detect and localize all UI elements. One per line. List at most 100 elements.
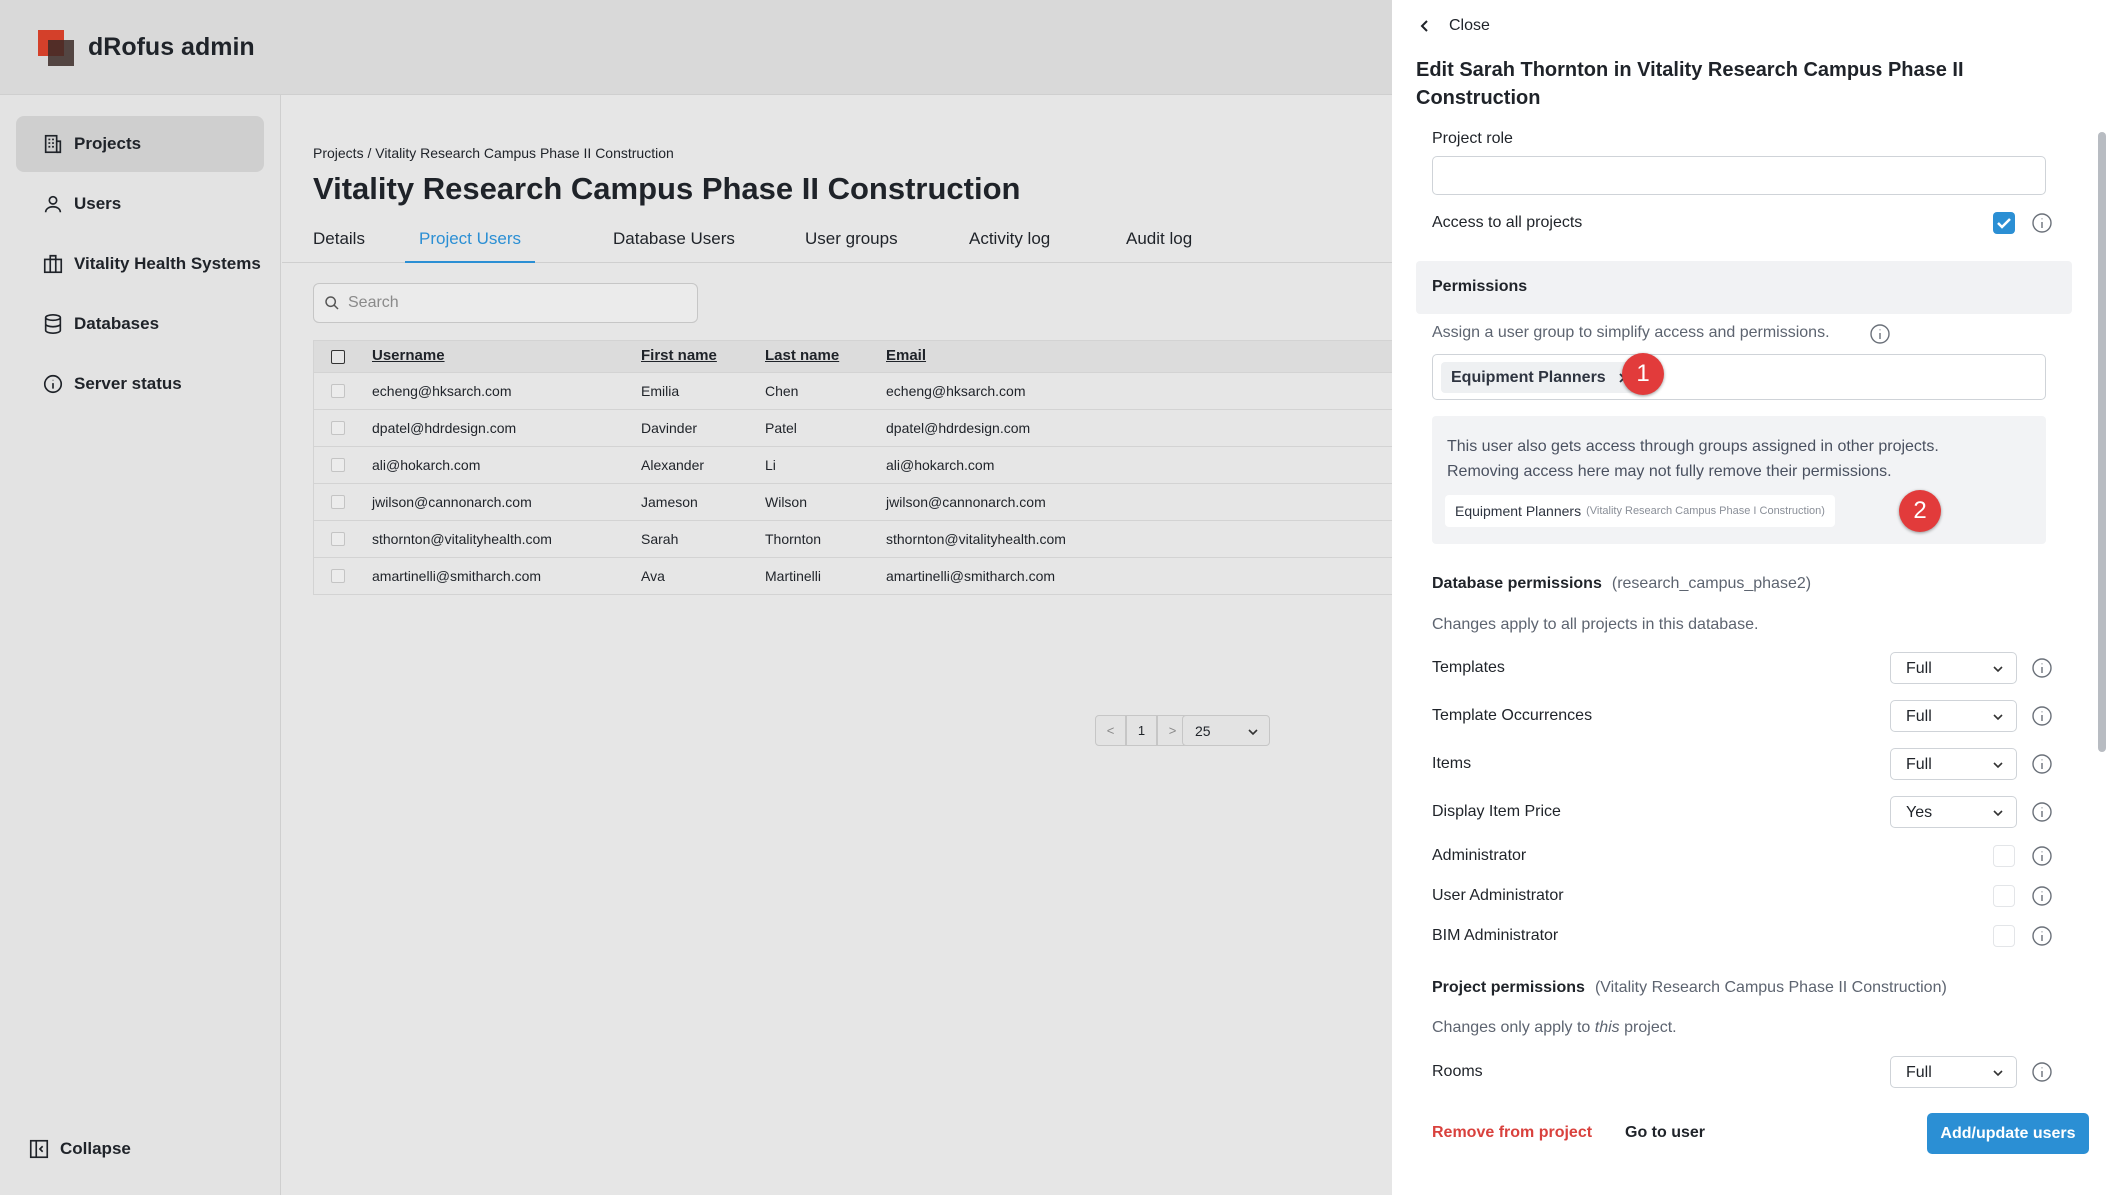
row-checkbox[interactable] — [331, 495, 345, 509]
building-icon — [44, 134, 62, 154]
drawer-scrollbar[interactable] — [2098, 132, 2106, 752]
template-occurrences-select[interactable]: Full — [1890, 700, 2017, 732]
table-row[interactable]: echeng@hksarch.com Emilia Chen echeng@hk… — [314, 372, 1392, 409]
select-all-checkbox[interactable] — [331, 350, 345, 364]
table-header: Username First name Last name Email — [314, 341, 1392, 372]
sidebar-item-users[interactable]: Users — [16, 176, 264, 232]
access-all-checkbox[interactable] — [1993, 212, 2015, 234]
administrator-checkbox[interactable] — [1993, 845, 2015, 867]
cell-last-name: Patel — [765, 420, 797, 436]
info-icon[interactable] — [2031, 657, 2053, 679]
table-row[interactable]: amartinelli@smitharch.com Ava Martinelli… — [314, 557, 1392, 594]
info-icon[interactable] — [2031, 925, 2053, 947]
column-header-last-name[interactable]: Last name — [765, 347, 839, 364]
cell-last-name: Martinelli — [765, 568, 822, 584]
organization-icon — [43, 254, 63, 274]
cell-email: jwilson@cannonarch.com — [886, 494, 1046, 510]
row-checkbox[interactable] — [331, 532, 345, 546]
cell-username: amartinelli@smitharch.com — [372, 568, 542, 584]
sidebar-item-databases[interactable]: Databases — [16, 296, 264, 352]
permissions-header: Permissions — [1416, 261, 2072, 314]
info-icon[interactable] — [2031, 885, 2053, 907]
tab-details[interactable]: Details — [313, 222, 365, 263]
tab-project-users[interactable]: Project Users — [405, 222, 536, 263]
cell-email: dpatel@hdrdesign.com — [886, 420, 1031, 436]
cell-first-name: Emilia — [641, 383, 680, 399]
sidebar: Projects Users Vitality Health Systems D… — [0, 95, 281, 1195]
group-name: Equipment Planners — [1455, 503, 1582, 519]
sidebar-item-label: Users — [74, 194, 122, 213]
tab-user-groups[interactable]: User groups — [805, 222, 898, 263]
cell-username: sthornton@vitalityhealth.com — [372, 531, 552, 547]
templates-select[interactable]: Full — [1890, 652, 2017, 684]
cell-first-name: Davinder — [641, 420, 698, 436]
database-name: (research_campus_phase2) — [1611, 575, 1812, 592]
user-group-chip: Equipment Planners — [1441, 362, 1640, 393]
info-icon[interactable] — [2031, 705, 2053, 727]
tab-activity-log[interactable]: Activity log — [969, 222, 1050, 263]
sidebar-item-label: Projects — [74, 134, 142, 153]
row-checkbox[interactable] — [331, 421, 345, 435]
database-permissions-title: Database permissions (research_campus_pha… — [1432, 575, 1811, 593]
collapse-button[interactable]: Collapse — [28, 1138, 131, 1160]
sidebar-item-projects[interactable]: Projects — [16, 116, 264, 172]
main-content: Projects / Vitality Research Campus Phas… — [282, 95, 1392, 1195]
project-permissions-note: Changes only apply to this project. — [1432, 1019, 1677, 1037]
info-icon — [43, 374, 63, 394]
remove-from-project-button[interactable]: Remove from project — [1432, 1124, 1592, 1142]
cell-email: amartinelli@smitharch.com — [886, 568, 1056, 584]
info-icon[interactable] — [2031, 753, 2053, 775]
go-to-user-button[interactable]: Go to user — [1625, 1124, 1705, 1142]
close-button[interactable]: Close — [1417, 17, 1490, 35]
select-value: Yes — [1906, 804, 1933, 821]
notice-text: This user also gets access through group… — [1447, 434, 2007, 484]
cell-last-name: Thornton — [765, 531, 822, 547]
annotation-marker-1: 1 — [1622, 353, 1664, 395]
info-icon[interactable] — [2031, 1061, 2053, 1083]
page-size-select[interactable]: 25 — [1182, 715, 1270, 746]
add-update-users-button[interactable]: Add/update users — [1927, 1113, 2089, 1154]
table-row[interactable]: sthornton@vitalityhealth.com Sarah Thorn… — [314, 520, 1392, 557]
info-icon[interactable] — [1869, 323, 1891, 345]
column-header-email[interactable]: Email — [886, 347, 926, 364]
annotation-marker-2: 2 — [1899, 490, 1941, 532]
project-role-input[interactable] — [1432, 156, 2046, 195]
cell-last-name: Wilson — [765, 494, 808, 510]
user-administrator-checkbox[interactable] — [1993, 885, 2015, 907]
row-checkbox[interactable] — [331, 458, 345, 472]
note-emphasis: this — [1594, 1019, 1620, 1036]
chip-label: Equipment Planners — [1451, 368, 1606, 386]
row-checkbox[interactable] — [331, 569, 345, 583]
sidebar-item-organization[interactable]: Vitality Health Systems — [16, 236, 264, 292]
permissions-hint: Assign a user group to simplify access a… — [1432, 324, 1830, 341]
cell-first-name: Jameson — [641, 494, 698, 510]
inherited-access-notice: This user also gets access through group… — [1432, 416, 2046, 544]
table-row[interactable]: ali@hokarch.com Alexander Li ali@hokarch… — [314, 446, 1392, 483]
user-group-multiselect[interactable]: Equipment Planners — [1432, 354, 2046, 400]
rooms-select[interactable]: Full — [1890, 1056, 2017, 1088]
row-checkbox[interactable] — [331, 384, 345, 398]
page-number-button[interactable]: 1 — [1126, 715, 1157, 746]
tab-audit-log[interactable]: Audit log — [1126, 222, 1192, 263]
pagination: < 1 > — [1095, 715, 1188, 746]
table-row[interactable]: dpatel@hdrdesign.com Davinder Patel dpat… — [314, 409, 1392, 446]
tab-database-users[interactable]: Database Users — [613, 222, 735, 263]
chevron-down-icon — [1993, 666, 2003, 673]
info-icon[interactable] — [2031, 212, 2053, 234]
display-item-price-select[interactable]: Yes — [1890, 796, 2017, 828]
permission-label-user-administrator: User Administrator — [1432, 887, 1564, 904]
search-input[interactable] — [348, 294, 688, 312]
top-bar: dRofus admin — [0, 0, 1392, 95]
permission-label-templates: Templates — [1432, 659, 1505, 676]
permission-label-template-occurrences: Template Occurrences — [1432, 707, 1593, 724]
prev-page-button[interactable]: < — [1095, 715, 1126, 746]
info-icon[interactable] — [2031, 801, 2053, 823]
info-icon[interactable] — [2031, 845, 2053, 867]
sidebar-item-server-status[interactable]: Server status — [16, 356, 264, 412]
table-row[interactable]: jwilson@cannonarch.com Jameson Wilson jw… — [314, 483, 1392, 520]
items-select[interactable]: Full — [1890, 748, 2017, 780]
breadcrumb: Projects / Vitality Research Campus Phas… — [313, 145, 674, 161]
column-header-username[interactable]: Username — [372, 347, 445, 364]
column-header-first-name[interactable]: First name — [641, 347, 717, 364]
bim-administrator-checkbox[interactable] — [1993, 925, 2015, 947]
